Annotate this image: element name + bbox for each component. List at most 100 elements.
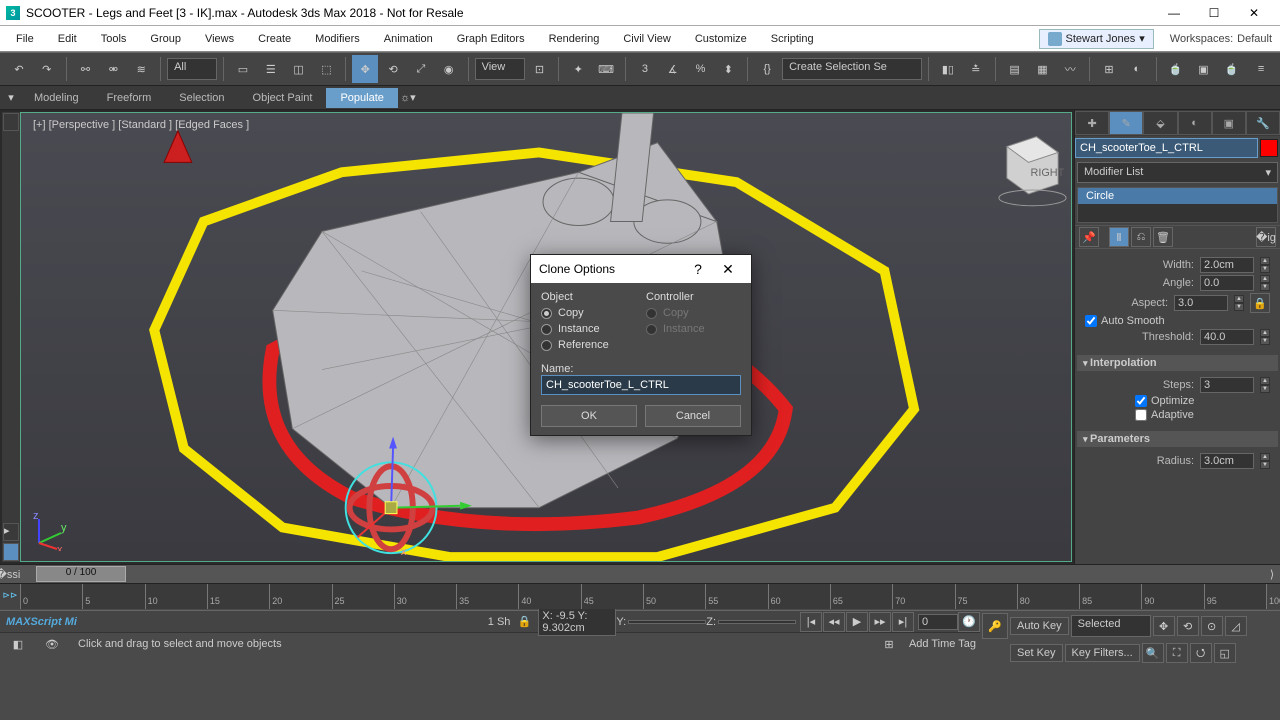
window-crossing-button[interactable]: ⬚ — [314, 55, 340, 83]
maxscript-listener[interactable]: MAXScript Mi — [0, 616, 83, 628]
bind-spacewarp-button[interactable]: ≋ — [128, 55, 154, 83]
close-button[interactable]: ✕ — [1234, 0, 1274, 26]
radio-object-copy[interactable]: Copy — [541, 307, 636, 319]
scene-explorer-toggle[interactable] — [3, 113, 19, 131]
cancel-button[interactable]: Cancel — [645, 405, 741, 427]
motion-tab[interactable]: ◐ — [1178, 111, 1212, 135]
menu-edit[interactable]: Edit — [46, 29, 89, 49]
dialog-close-button[interactable]: ✕ — [713, 261, 743, 278]
goto-start-button[interactable]: |◂ — [800, 612, 822, 632]
manipulate-button[interactable]: ✦ — [565, 55, 591, 83]
undo-button[interactable]: ↶ — [6, 55, 32, 83]
modify-tab[interactable]: ✎ — [1109, 111, 1143, 135]
menu-views[interactable]: Views — [193, 29, 246, 49]
nav-orbit2-button[interactable]: ⭯ — [1190, 643, 1212, 663]
ribbon-tab-populate[interactable]: Populate — [326, 88, 397, 108]
render-frame-button[interactable]: ▣ — [1191, 55, 1217, 83]
menu-graph-editors[interactable]: Graph Editors — [445, 29, 537, 49]
modifier-entry-circle[interactable]: Circle — [1078, 188, 1277, 204]
radius-spinner[interactable]: 3.0cm — [1200, 453, 1254, 469]
menu-rendering[interactable]: Rendering — [537, 29, 612, 49]
nav-pan-button[interactable]: ✥ — [1153, 616, 1175, 636]
key-mode-dropdown[interactable]: Selected — [1071, 615, 1151, 637]
select-scale-button[interactable]: ⤢ — [408, 55, 434, 83]
aspect-spinner[interactable]: 3.0 — [1174, 295, 1228, 311]
object-color-swatch[interactable] — [1260, 139, 1278, 157]
menu-scripting[interactable]: Scripting — [759, 29, 826, 49]
ribbon-min-button[interactable]: ▾ — [2, 89, 20, 107]
adaptive-checkbox[interactable] — [1135, 409, 1147, 421]
link-button[interactable]: ⚯ — [73, 55, 99, 83]
toolbar-overflow-button[interactable]: ≡ — [1248, 55, 1274, 83]
hierarchy-tab[interactable]: ⬙ — [1143, 111, 1177, 135]
current-frame-field[interactable]: 0 — [918, 614, 958, 630]
layer-explorer-button[interactable]: ▤ — [1002, 55, 1028, 83]
remove-modifier-button[interactable]: 🗑 — [1153, 227, 1173, 247]
select-rotate-button[interactable]: ⟲ — [380, 55, 406, 83]
time-end-button[interactable]: ⟩ — [1264, 566, 1280, 582]
rollout-interpolation[interactable]: Interpolation — [1077, 355, 1278, 371]
time-config-dialog-button[interactable]: 🕐 — [958, 612, 980, 632]
menu-create[interactable]: Create — [246, 29, 303, 49]
aspect-lock-button[interactable]: 🔒 — [1250, 293, 1270, 313]
workspaces-dropdown[interactable]: Default — [1233, 33, 1276, 45]
modifier-list-dropdown[interactable]: Modifier List▾ — [1077, 162, 1278, 183]
radio-object-reference[interactable]: Reference — [541, 339, 636, 351]
spinner-snap-button[interactable]: ⬍ — [715, 55, 741, 83]
nav-dolly-button[interactable]: ⊙ — [1201, 616, 1223, 636]
curve-editor-button[interactable]: 〰 — [1057, 55, 1083, 83]
set-key-big-button[interactable]: 🔑 — [982, 613, 1008, 639]
user-account[interactable]: Stewart Jones▾ — [1039, 29, 1154, 49]
auto-smooth-checkbox[interactable] — [1085, 315, 1097, 327]
width-spinner[interactable]: 2.0cm — [1200, 257, 1254, 273]
maximize-button[interactable]: ☐ — [1194, 0, 1234, 26]
keyboard-shortcut-button[interactable]: ⌨ — [593, 55, 619, 83]
toggle-ribbon-button[interactable]: ▦ — [1029, 55, 1055, 83]
select-move-button[interactable]: ✥ — [352, 55, 378, 83]
time-config-button[interactable]: �ssi — [0, 566, 16, 582]
show-end-result-button[interactable]: Ⅱ — [1109, 227, 1129, 247]
pin-stack-button[interactable]: 📌 — [1079, 227, 1099, 247]
goto-end-button[interactable]: ▸| — [892, 612, 914, 632]
z-coord-field[interactable] — [718, 620, 796, 624]
make-unique-button[interactable]: ⎌ — [1131, 227, 1151, 247]
named-selection-dropdown[interactable]: Create Selection Se — [782, 58, 922, 80]
minimize-button[interactable]: — — [1154, 0, 1194, 26]
selection-lock-button[interactable]: 👁 — [38, 630, 66, 658]
rollout-parameters[interactable]: Parameters — [1077, 431, 1278, 447]
ref-coord-dropdown[interactable]: View — [475, 58, 525, 80]
mirror-button[interactable]: ▮▯ — [935, 55, 961, 83]
display-tab[interactable]: ▣ — [1212, 111, 1246, 135]
grid-toggle-button[interactable]: ⊞ — [875, 630, 903, 658]
configure-sets-button[interactable]: �ig — [1256, 227, 1276, 247]
menu-customize[interactable]: Customize — [683, 29, 759, 49]
nav-orbit-button[interactable]: ⟲ — [1177, 616, 1199, 636]
clone-name-field[interactable] — [541, 375, 741, 395]
add-time-tag[interactable]: Add Time Tag — [909, 638, 976, 650]
snap-toggle-button[interactable]: 3 — [632, 55, 658, 83]
trackbar-toggle-icon[interactable]: ⊳⊳ — [0, 584, 20, 609]
ribbon-tab-freeform[interactable]: Freeform — [93, 88, 166, 108]
nav-fov-button[interactable]: ◿ — [1225, 616, 1247, 636]
create-tab[interactable]: ✚ — [1075, 111, 1109, 135]
menu-group[interactable]: Group — [138, 29, 193, 49]
angle-snap-button[interactable]: ∡ — [660, 55, 686, 83]
play-button[interactable]: ▶ — [846, 612, 868, 632]
track-bar[interactable]: ⊳⊳ 0510152025303540455055606570758085909… — [0, 583, 1280, 609]
radio-object-instance[interactable]: Instance — [541, 323, 636, 335]
redo-button[interactable]: ↷ — [34, 55, 60, 83]
dialog-help-button[interactable]: ? — [683, 261, 713, 277]
next-frame-button[interactable]: ▸▸ — [869, 612, 891, 632]
nav-zoomext-button[interactable]: ⛶ — [1166, 643, 1188, 663]
time-slider[interactable]: 0 / 100 — [36, 566, 126, 582]
prev-frame-button[interactable]: ◂◂ — [823, 612, 845, 632]
select-name-button[interactable]: ☰ — [258, 55, 284, 83]
ribbon-dropdown-icon[interactable]: ☼▾ — [398, 91, 418, 104]
threshold-spinner[interactable]: 40.0 — [1200, 329, 1254, 345]
use-center-button[interactable]: ⊡ — [527, 55, 553, 83]
select-region-button[interactable]: ◫ — [286, 55, 312, 83]
y-coord-field[interactable] — [628, 620, 706, 624]
select-place-button[interactable]: ◉ — [436, 55, 462, 83]
auto-key-button[interactable]: Auto Key — [1010, 617, 1069, 635]
viewcube[interactable]: RIGHT — [999, 137, 1066, 206]
